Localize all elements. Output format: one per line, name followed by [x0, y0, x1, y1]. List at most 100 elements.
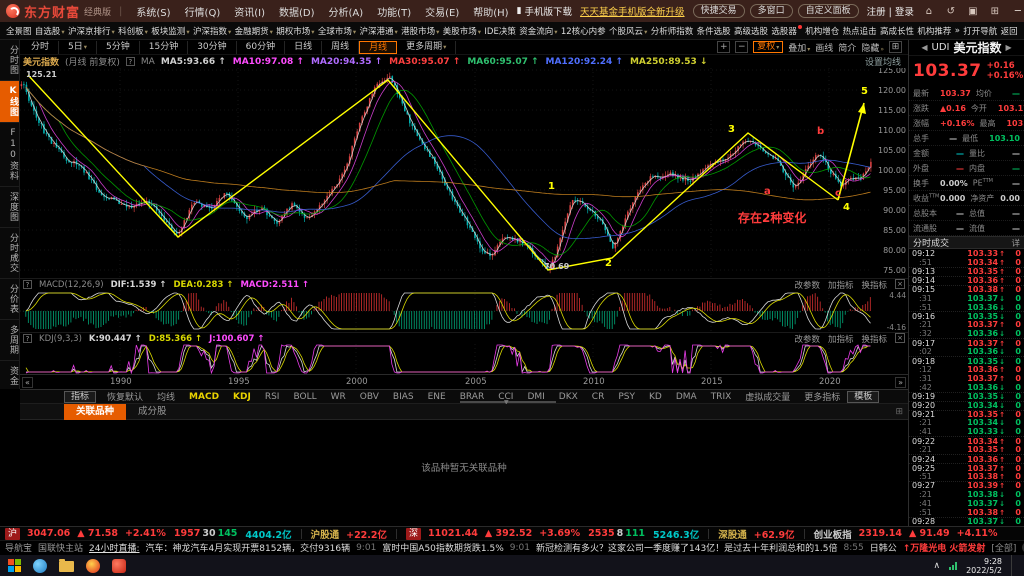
menubar-item[interactable]: 系统(S)	[136, 4, 170, 19]
nav-item[interactable]: IDE决策	[483, 25, 516, 37]
period-tab[interactable]: 更多周期▾	[397, 41, 456, 54]
nav-item[interactable]: 个股风云▾	[608, 25, 648, 37]
ticker-app-link[interactable]: 国联快主站	[38, 541, 83, 554]
pane-link[interactable]: 换指标	[861, 333, 887, 345]
register-link[interactable]: 注册	[867, 7, 886, 18]
indicator-tab[interactable]: 更多指标	[797, 390, 847, 403]
home-icon[interactable]: ⌂	[922, 6, 936, 17]
sidebar-tab[interactable]: 分价表	[0, 279, 20, 320]
indicator-tab[interactable]: MACD	[182, 392, 226, 402]
news-item[interactable]: 新冠检测有多火？这家公司一季度赚了143亿！是过去十年利润总和的1.5倍	[536, 541, 838, 554]
chart-tool-button[interactable]: 简介	[838, 41, 856, 54]
nav-item[interactable]: 高级选股	[733, 25, 769, 37]
quick-button[interactable]: 快捷交易	[693, 4, 745, 18]
indicator-tab[interactable]: KD	[642, 392, 669, 402]
phone-download-button[interactable]: ▮ 手机版下载	[517, 4, 572, 18]
indicator-tab[interactable]: 恢复默认	[100, 390, 150, 403]
help-icon[interactable]: ?	[23, 334, 32, 343]
period-tab[interactable]: 5日▾	[59, 41, 97, 54]
period-tab[interactable]: 月线	[359, 41, 397, 54]
period-tab[interactable]: 周线	[322, 41, 359, 54]
indicator-tab[interactable]: WR	[324, 392, 353, 402]
indicator-tab[interactable]: BRAR	[453, 392, 491, 402]
minimize-button[interactable]: ─	[1010, 6, 1024, 17]
browser-icon[interactable]	[33, 559, 47, 573]
hot-stock-link[interactable]: ↑万隆光电 火箭发射	[903, 541, 986, 554]
nav-item[interactable]: 机构推荐	[916, 25, 952, 37]
pane-link[interactable]: 加指标	[828, 279, 854, 291]
indicator-tab[interactable]: BOLL	[286, 392, 323, 402]
nav-item[interactable]: »	[954, 26, 961, 36]
undo-icon[interactable]: ↺	[944, 6, 958, 17]
pane-link[interactable]: 加指标	[828, 333, 854, 345]
sidebar-collapse-handle[interactable]: ▸	[14, 252, 18, 260]
indicator-tab[interactable]: 模板	[847, 391, 879, 403]
period-tab[interactable]: 30分钟	[188, 41, 236, 54]
indicator-tab[interactable]: DMI	[520, 392, 551, 402]
start-button[interactable]	[8, 559, 21, 572]
related-tab[interactable]: 关联品种	[64, 404, 126, 420]
candlestick-chart[interactable]: 125.00120.00115.00110.00105.00100.0095.0…	[20, 68, 908, 278]
nav-item[interactable]: 期权市场▾	[275, 25, 315, 37]
quick-button[interactable]: 自定义面板	[798, 4, 859, 18]
menubar-item[interactable]: 功能(T)	[377, 4, 411, 19]
news-item[interactable]: 日韩公	[870, 541, 897, 554]
nav-item[interactable]: 机构增仓	[804, 25, 840, 37]
nav-item[interactable]: 热点追击	[842, 25, 878, 37]
menubar-item[interactable]: 数据(D)	[279, 4, 315, 19]
nav-item[interactable]: 金融期货▾	[234, 25, 274, 37]
skin-icon[interactable]: ▣	[966, 6, 980, 17]
sidebar-tab[interactable]: K线图	[0, 81, 20, 123]
nav-item[interactable]: 全球市场▾	[317, 25, 357, 37]
kdj-chart[interactable]	[20, 344, 908, 374]
menubar-item[interactable]: 行情(Q)	[185, 4, 221, 19]
indicator-tab[interactable]: CR	[585, 392, 612, 402]
stock-app-icon[interactable]	[112, 559, 126, 573]
sidebar-tab[interactable]: 分时图	[0, 40, 20, 81]
period-tab[interactable]: 15分钟	[140, 41, 188, 54]
nav-item[interactable]: 返回	[1000, 25, 1019, 37]
nav-item[interactable]: 资金流向▾	[518, 25, 558, 37]
period-tab[interactable]: 60分钟	[237, 41, 285, 54]
nav-item[interactable]: 美股市场▾	[442, 25, 482, 37]
nav-item[interactable]: 12核心内参	[560, 25, 607, 37]
news-item[interactable]: 富时中国A50指数期货跌1.5%	[382, 541, 503, 554]
ma-settings-link[interactable]: 设置均线	[865, 55, 905, 68]
indicator-tab[interactable]: DKX	[552, 392, 585, 402]
all-news-link[interactable]: [全部]	[991, 541, 1016, 554]
sidebar-tab[interactable]: F10资料	[0, 123, 20, 187]
nav-item[interactable]: 港股市场▾	[400, 25, 440, 37]
nav-item[interactable]: 高成长性	[879, 25, 915, 37]
indicator-tab[interactable]: 均线	[150, 390, 182, 403]
pane-link[interactable]: 改参数	[794, 279, 820, 291]
sidebar-tab[interactable]: 资金	[0, 361, 20, 389]
menubar-item[interactable]: 交易(E)	[425, 4, 459, 19]
prev-instrument-icon[interactable]: ◀	[921, 43, 927, 52]
chart-tool-button[interactable]: 叠加▾	[788, 41, 810, 54]
ticker-app-link[interactable]: 导航宝	[5, 541, 32, 554]
chart-tool-button[interactable]: ⊞	[889, 41, 902, 53]
register-login[interactable]: 注册 | 登录	[867, 4, 914, 18]
nav-item[interactable]: 板块监测▾	[150, 25, 190, 37]
next-instrument-icon[interactable]: ▶	[1005, 43, 1011, 52]
show-desktop-button[interactable]	[1011, 555, 1016, 576]
indicator-tab[interactable]: KDJ	[226, 392, 258, 402]
chart-tool-button[interactable]: 隐藏»	[861, 41, 884, 54]
period-tab[interactable]: 分时	[22, 41, 59, 54]
help-icon[interactable]: ?	[23, 280, 32, 289]
macd-chart[interactable]: 4.44-4.16	[20, 290, 908, 332]
quick-button[interactable]: 多窗口	[750, 4, 793, 18]
indicator-tab[interactable]: 指标	[64, 391, 96, 403]
login-link[interactable]: 登录	[895, 7, 914, 18]
taskbar-clock[interactable]: 9:28 2022/5/2	[966, 557, 1002, 575]
menubar-item[interactable]: 资讯(I)	[234, 4, 265, 19]
nav-item[interactable]: 打开导航	[962, 25, 998, 37]
news-item[interactable]: 汽车：神龙汽车4月实现开票8152辆，交付9316辆	[146, 541, 351, 554]
chart-tool-button[interactable]: −	[735, 41, 748, 53]
indicator-tab[interactable]: ENE	[421, 392, 453, 402]
fund-promo-link[interactable]: 天天基金手机版全新升级	[580, 4, 685, 18]
related-tab[interactable]: 成分股	[126, 404, 179, 420]
ticks-detail-link[interactable]: 详	[1011, 237, 1020, 249]
panel-toggle-icon[interactable]: ⊞	[895, 407, 908, 417]
indicator-tab[interactable]: PSY	[611, 392, 642, 402]
